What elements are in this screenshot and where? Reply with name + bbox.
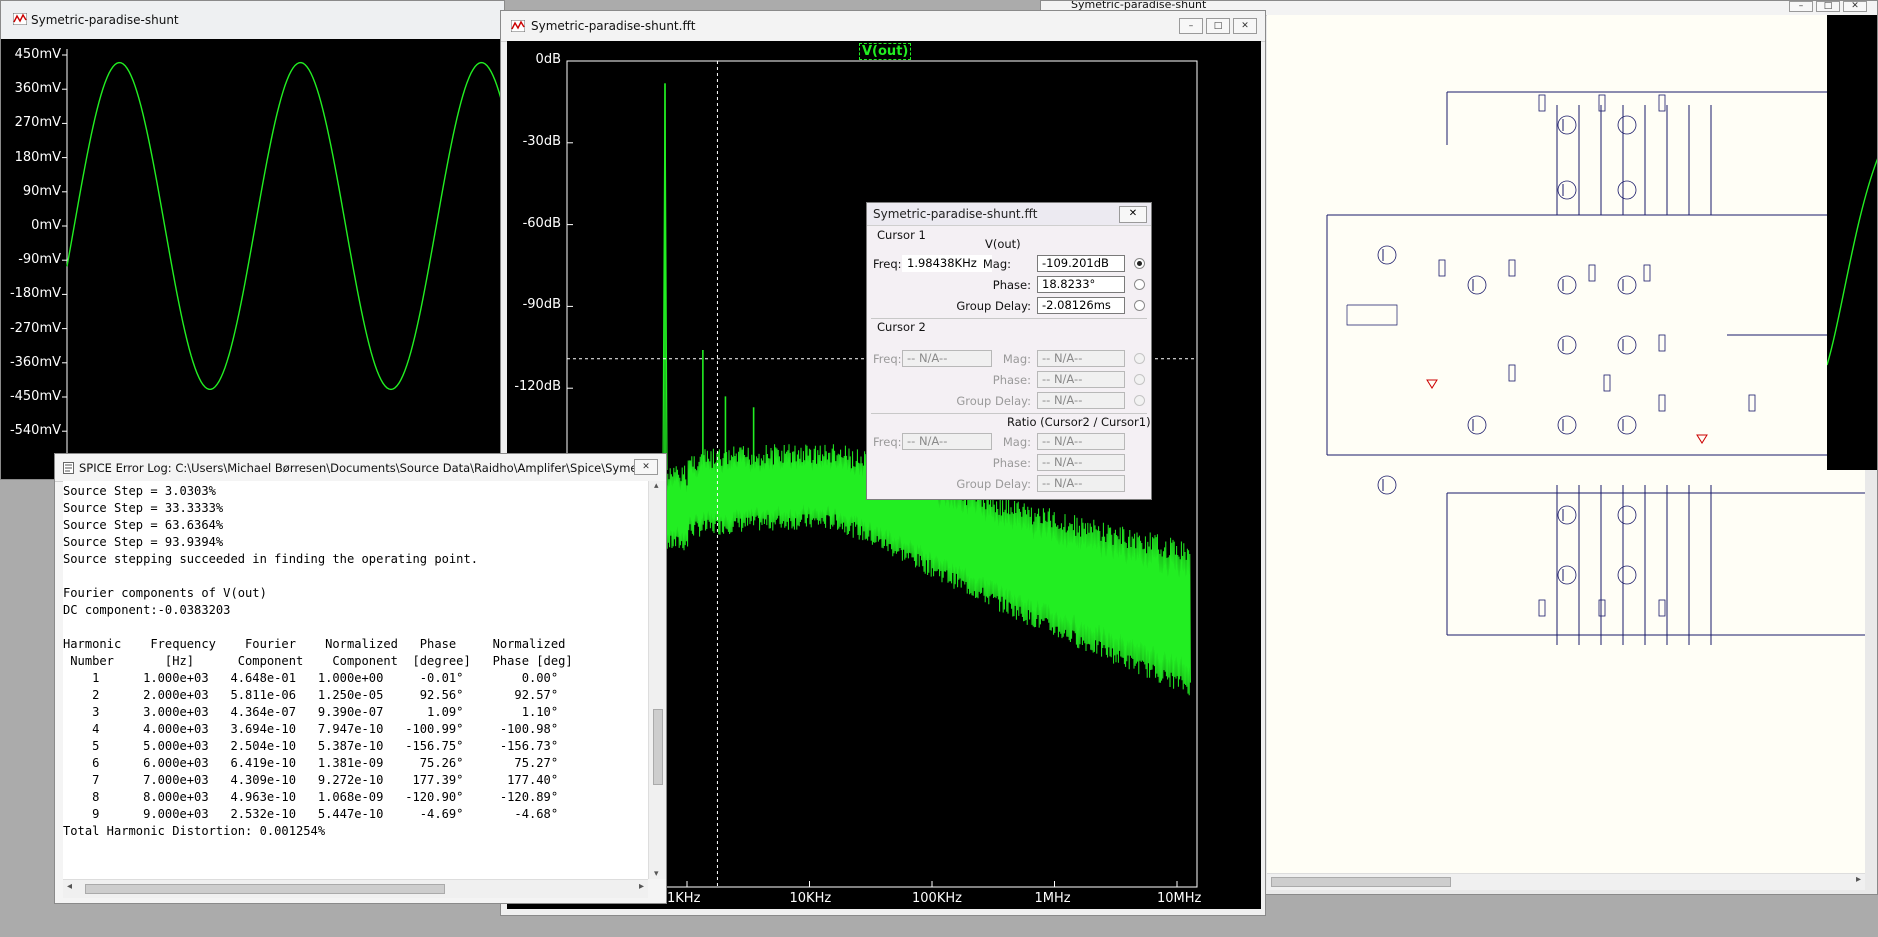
cursor2-phase-label: Phase: [992,373,1031,387]
log-line: 9 9.000e+03 2.532e-10 5.447e-10 -4.69° -… [63,807,559,821]
log-line: Source Step = 33.3333% [63,501,224,515]
cursor2-mag-field[interactable]: -- N/A-- [1037,350,1125,367]
cursor1-mag-radio[interactable] [1134,258,1145,269]
error-log-vscrollbar[interactable]: ▴ ▾ [648,481,666,879]
waveform-plot [62,49,504,479]
cursor1-mag-field[interactable]: -109.201dB [1037,255,1125,272]
fft-maximize-button[interactable]: □ [1206,18,1230,34]
error-log-titlebar[interactable]: SPICE Error Log: C:\Users\Michael Børres… [55,454,666,482]
log-line: 1 1.000e+03 4.648e-01 1.000e+00 -0.01° 0… [63,671,559,685]
schematic-drawing [1326,91,1865,645]
log-line: Fourier components of V(out) [63,586,267,600]
error-log-window[interactable]: SPICE Error Log: C:\Users\Michael Børres… [54,453,667,904]
log-line: Total Harmonic Distortion: 0.001254% [63,824,326,838]
cursor-dialog-close-button[interactable]: ✕ [1119,206,1147,223]
log-line: 5 5.000e+03 2.504e-10 5.387e-10 -156.75°… [63,739,559,753]
error-log-text[interactable]: Source Step = 3.0303% Source Step = 33.33… [63,481,648,881]
cursor-dialog-separator [871,318,1147,319]
error-log-close-button[interactable]: ✕ [634,459,658,475]
schematic-hscrollbar[interactable]: ▸ [1267,873,1865,890]
waveform-plot-area[interactable]: 450mV 360mV 270mV 180mV 90mV 0mV -90mV -180mV -2… [1,39,504,479]
cursor1-phase-field[interactable]: 18.8233° [1037,276,1125,293]
scroll-up-arrow-icon[interactable]: ▴ [654,481,659,491]
log-line: 2 2.000e+03 5.811e-06 1.250e-05 92.56° 9… [63,688,559,702]
cursor-dialog-titlebar[interactable]: Symetric-paradise-shunt.fft ✕ [867,203,1151,226]
fft-close-button[interactable]: ✕ [1233,18,1257,34]
cursor2-mag-radio[interactable] [1134,353,1145,364]
log-line: Source Step = 63.6364% [63,518,224,532]
cursor2-gd-radio[interactable] [1134,395,1145,406]
error-log-hscroll-thumb[interactable] [85,884,445,894]
cursor-dialog-separator-2 [871,413,1147,414]
scroll-right-arrow-icon[interactable]: ▸ [639,881,644,892]
cursor1-trace: V(out) [985,237,1021,251]
fft-window-title: Symetric-paradise-shunt.fft [531,19,696,33]
cursor2-gd-field[interactable]: -- N/A-- [1037,392,1125,409]
schematic-hscroll-thumb[interactable] [1271,877,1451,887]
cursor2-header: Cursor 2 [877,320,926,334]
schematic-side-plot [1827,15,1877,470]
schematic-close-button[interactable]: ✕ [1843,1,1867,12]
cursor2-gd-label: Group Delay: [956,394,1031,408]
cursor-dialog[interactable]: Symetric-paradise-shunt.fft ✕ Cursor 1 V… [866,202,1152,500]
waveform-titlebar[interactable]: Symetric-paradise-shunt [1,1,504,40]
cursor1-freq-label: Freq: [873,257,902,271]
cursor1-gd-field[interactable]: -2.08126ms [1037,297,1125,314]
cursor2-phase-field[interactable]: -- N/A-- [1037,371,1125,388]
log-icon [63,462,74,474]
log-line: 8 8.000e+03 4.963e-10 1.068e-09 -120.90°… [63,790,559,804]
log-line: Number [Hz] Component Component [degree]… [63,654,573,668]
waveform-window[interactable]: Symetric-paradise-shunt 450mV 360mV 270mV 1… [0,0,505,480]
ratio-freq-label: Freq: [873,435,902,449]
cursor1-gd-label: Group Delay: [956,299,1031,313]
scroll-down-arrow-icon[interactable]: ▾ [654,869,659,879]
log-line: DC component:-0.0383203 [63,603,231,617]
fft-titlebar[interactable]: Symetric-paradise-shunt.fft – □ ✕ [501,11,1265,42]
waveform-window-title: Symetric-paradise-shunt [31,13,179,27]
scroll-left-arrow-icon[interactable]: ◂ [67,881,72,892]
cursor1-phase-label: Phase: [992,278,1031,292]
ratio-phase-field[interactable]: -- N/A-- [1037,454,1125,471]
waveform-icon [13,13,27,25]
scroll-right-arrow-icon[interactable]: ▸ [1856,874,1861,885]
ratio-mag-field[interactable]: -- N/A-- [1037,433,1125,450]
log-line: 6 6.000e+03 6.419e-10 1.381e-09 75.26° 7… [63,756,559,770]
ratio-gd-field[interactable]: -- N/A-- [1037,475,1125,492]
ratio-mag-label: Mag: [1002,435,1031,449]
cursor1-mag-label: Mag: [982,257,1011,271]
fft-icon [511,20,525,32]
log-line: 4 4.000e+03 3.694e-10 7.947e-10 -100.99°… [63,722,559,736]
log-line: Harmonic Frequency Fourier Normalized Ph… [63,637,566,651]
log-line: Source Step = 3.0303% [63,484,216,498]
log-line: Source stepping succeeded in finding the… [63,552,479,566]
ratio-header: Ratio (Cursor2 / Cursor1) [1007,415,1151,429]
schematic-canvas[interactable] [1267,15,1865,873]
fft-minimize-button[interactable]: – [1179,18,1203,34]
log-line: 3 3.000e+03 4.364e-07 9.390e-07 1.09° 1.… [63,705,559,719]
cursor1-phase-radio[interactable] [1134,279,1145,290]
cursor1-header: Cursor 1 [877,228,926,242]
schematic-maximize-button[interactable]: □ [1816,1,1840,12]
schematic-minimize-button[interactable]: – [1789,1,1813,12]
cursor-dialog-title: Symetric-paradise-shunt.fft [873,207,1038,221]
ratio-gd-label: Group Delay: [956,477,1031,491]
error-log-vscroll-thumb[interactable] [653,709,663,785]
cursor2-mag-label: Mag: [1002,352,1031,366]
cursor2-phase-radio[interactable] [1134,374,1145,385]
error-log-hscrollbar[interactable]: ◂ ▸ [63,879,648,898]
cursor2-freq-field[interactable]: -- N/A-- [902,350,992,367]
fft-trace-label[interactable]: V(out) [859,43,912,60]
cursor2-freq-label: Freq: [873,352,902,366]
log-line: 7 7.000e+03 4.309e-10 9.272e-10 177.39° … [63,773,559,787]
cursor1-gd-radio[interactable] [1134,300,1145,311]
log-line: Source Step = 93.9394% [63,535,224,549]
ratio-freq-field[interactable]: -- N/A-- [902,433,992,450]
ratio-phase-label: Phase: [992,456,1031,470]
error-log-title: SPICE Error Log: C:\Users\Michael Børres… [79,461,657,475]
